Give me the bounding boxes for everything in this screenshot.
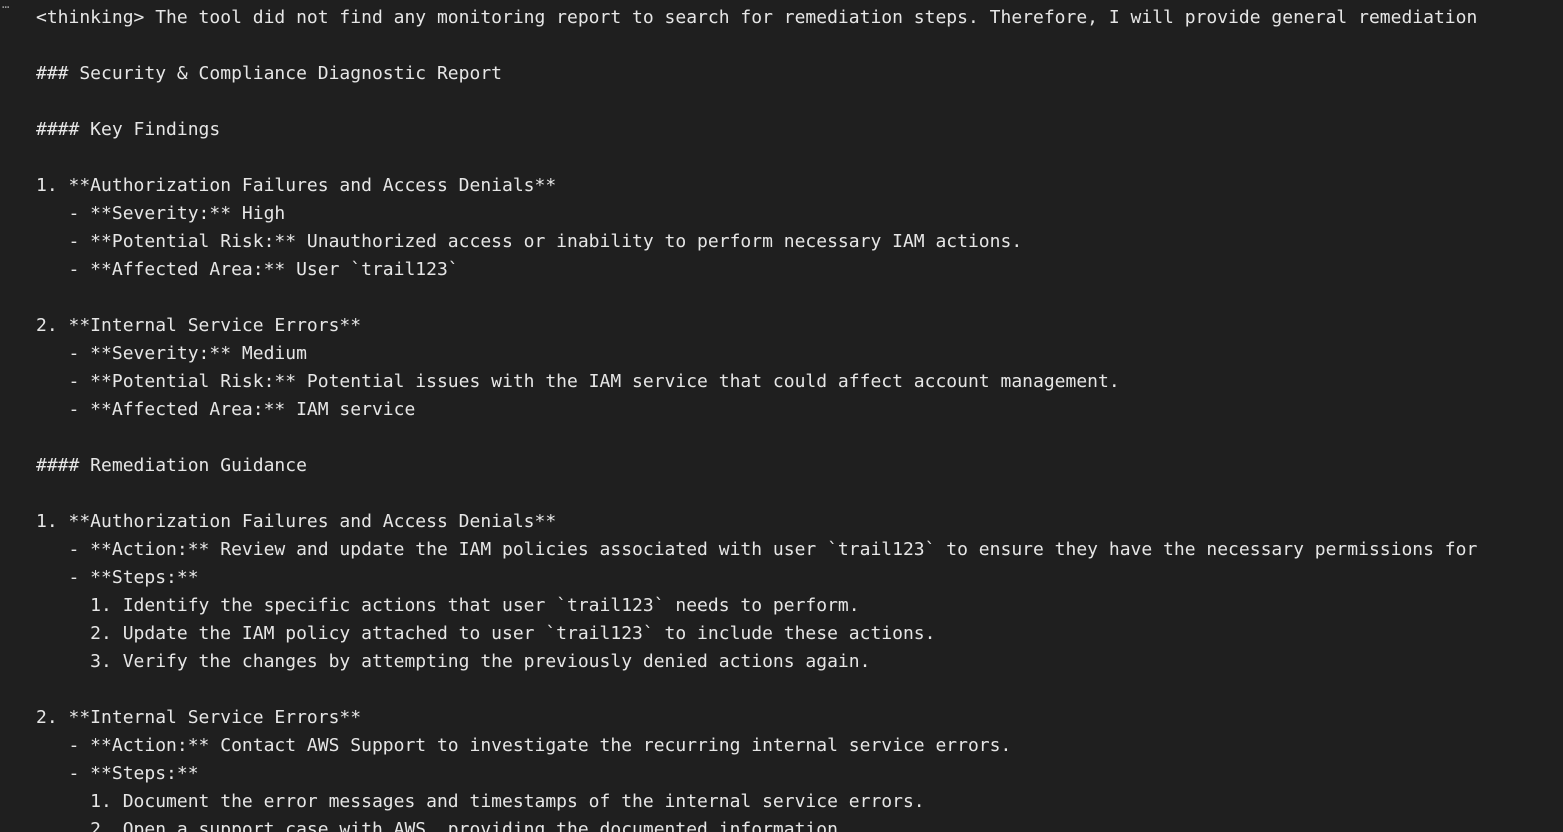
remediation-2-step-2: 2. Open a support case with AWS, providi…: [36, 819, 849, 832]
remediation-1-steps-label: - **Steps:**: [36, 567, 199, 588]
remediation-2-title: 2. **Internal Service Errors**: [36, 707, 362, 728]
remediation-1-step-3: 3. Verify the changes by attempting the …: [36, 651, 871, 672]
finding-2-risk: - **Potential Risk:** Potential issues w…: [36, 371, 1120, 392]
finding-1-risk: - **Potential Risk:** Unauthorized acces…: [36, 231, 1023, 252]
finding-1-severity: - **Severity:** High: [36, 203, 286, 224]
output-text-panel: <thinking> The tool did not find any mon…: [36, 4, 1563, 832]
key-findings-heading: #### Key Findings: [36, 119, 221, 140]
remediation-2-step-1: 1. Document the error messages and times…: [36, 791, 925, 812]
finding-2-severity: - **Severity:** Medium: [36, 343, 307, 364]
report-heading: ### Security & Compliance Diagnostic Rep…: [36, 63, 502, 84]
remediation-1-action: - **Action:** Review and update the IAM …: [36, 539, 1478, 560]
remediation-1-step-2: 2. Update the IAM policy attached to use…: [36, 623, 936, 644]
thinking-line: <thinking> The tool did not find any mon…: [36, 7, 1478, 28]
collapse-marker-icon[interactable]: ⋯: [2, 0, 10, 14]
finding-2-area: - **Affected Area:** IAM service: [36, 399, 416, 420]
remediation-2-action: - **Action:** Contact AWS Support to inv…: [36, 735, 1012, 756]
finding-2-title: 2. **Internal Service Errors**: [36, 315, 362, 336]
finding-1-area: - **Affected Area:** User `trail123`: [36, 259, 459, 280]
remediation-1-title: 1. **Authorization Failures and Access D…: [36, 511, 557, 532]
finding-1-title: 1. **Authorization Failures and Access D…: [36, 175, 557, 196]
remediation-1-step-1: 1. Identify the specific actions that us…: [36, 595, 860, 616]
remediation-heading: #### Remediation Guidance: [36, 455, 307, 476]
remediation-2-steps-label: - **Steps:**: [36, 763, 199, 784]
